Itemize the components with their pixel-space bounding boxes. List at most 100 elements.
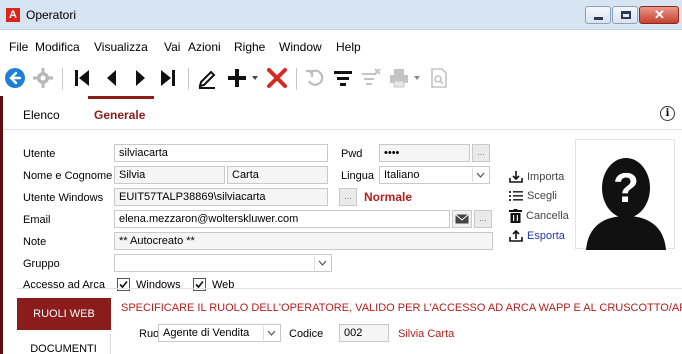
operatori-window: A Operatori ✕ File Modifica Visualizza V… [0, 0, 682, 354]
web-checkbox[interactable] [193, 278, 206, 291]
chevron-down-icon [414, 76, 420, 80]
previous-record-button[interactable] [100, 64, 124, 92]
toolbar-active-indicator [88, 96, 154, 99]
menu-file[interactable]: File [9, 40, 28, 54]
left-accent-bar [0, 96, 3, 354]
gruppo-select[interactable] [114, 254, 332, 272]
toolbar-separator [188, 68, 189, 90]
pwd-field[interactable]: •••• [379, 144, 470, 162]
info-icon[interactable]: i [660, 106, 675, 121]
tab-strip: Elenco Generale i [0, 100, 682, 130]
email-label: Email [23, 214, 51, 226]
documenti-tab[interactable]: DOCUMENTI [17, 334, 111, 354]
codice-field[interactable]: 002 [339, 324, 389, 342]
scegli-label: Scegli [527, 190, 557, 202]
clear-filter-icon [362, 68, 381, 85]
svg-text:?: ? [613, 164, 639, 211]
add-dropdown[interactable] [250, 64, 260, 92]
maximize-icon [621, 11, 631, 19]
export-icon [509, 229, 523, 242]
tab-elenco[interactable]: Elenco [23, 108, 60, 122]
ruoli-web-panel: SPECIFICARE IL RUOLO DELL'OPERATORE, VAL… [118, 296, 682, 354]
importa-action[interactable]: Importa [509, 170, 564, 184]
email-ellipsis-button[interactable]: ... [474, 210, 492, 228]
list-icon [509, 191, 523, 201]
user-photo: ? [575, 139, 675, 250]
email-field[interactable]: elena.mezzaron@wolterskluwer.com [114, 210, 450, 228]
print-dropdown[interactable] [412, 64, 422, 92]
minimize-button[interactable] [585, 6, 611, 24]
edit-button[interactable] [194, 64, 220, 92]
toolbar-separator [62, 68, 63, 90]
ruolo-notice: SPECIFICARE IL RUOLO DELL'OPERATORE, VAL… [121, 302, 682, 314]
gear-icon [33, 68, 53, 88]
next-record-button[interactable] [128, 64, 152, 92]
ruoli-web-tab[interactable]: RUOLI WEB [17, 298, 111, 330]
esporta-label: Esporta [527, 230, 565, 242]
windows-checkbox[interactable] [117, 278, 130, 291]
envelope-icon [455, 214, 469, 224]
app-icon: A [6, 8, 20, 22]
menu-help[interactable]: Help [336, 40, 361, 54]
add-button[interactable] [224, 64, 250, 92]
trash-icon [509, 209, 522, 223]
nome-field[interactable]: Silvia [114, 166, 225, 184]
send-email-button[interactable] [452, 210, 472, 228]
menu-vai[interactable]: Vai [164, 40, 180, 54]
esporta-action[interactable]: Esporta [509, 229, 565, 243]
delete-button[interactable] [264, 64, 290, 92]
menu-modifica[interactable]: Modifica [35, 40, 80, 54]
scegli-action[interactable]: Scegli [509, 190, 557, 202]
menu-visualizza[interactable]: Visualizza [94, 40, 148, 54]
codice-label: Codice [289, 328, 324, 340]
previous-record-icon [107, 70, 116, 86]
nome-cognome-label: Nome e Cognome [23, 170, 113, 182]
pwd-label: Pwd [341, 148, 363, 160]
preview-button[interactable] [426, 64, 452, 92]
maximize-button[interactable] [612, 6, 638, 24]
cancella-action[interactable]: Cancella [509, 209, 569, 223]
print-button[interactable] [386, 64, 412, 92]
accesso-arca-label: Accesso ad Arca [23, 279, 105, 291]
print-icon [390, 69, 408, 88]
unknown-user-icon: ? [586, 158, 666, 250]
delete-icon [267, 68, 287, 88]
lingua-select[interactable]: Italiano [379, 166, 490, 184]
codice-name: Silvia Carta [398, 328, 455, 340]
gruppo-label: Gruppo [23, 258, 60, 270]
pwd-ellipsis-button[interactable]: ... [472, 144, 490, 162]
importa-label: Importa [527, 171, 565, 183]
chevron-down-icon [263, 326, 279, 340]
first-record-button[interactable] [70, 64, 94, 92]
lingua-label: Lingua [341, 170, 375, 182]
lingua-value: Italiano [384, 169, 420, 181]
normale-label: Normale [364, 190, 413, 204]
edit-icon [198, 70, 216, 89]
cancella-label: Cancella [526, 210, 569, 222]
cognome-field[interactable]: Carta [227, 166, 328, 184]
utente-windows-ellipsis-button[interactable]: ... [339, 188, 357, 206]
filter-button[interactable] [330, 64, 356, 92]
tab-generale[interactable]: Generale [94, 108, 145, 122]
note-field[interactable]: ** Autocreato ** [114, 232, 493, 250]
toolbar-separator [296, 68, 297, 90]
settings-button[interactable] [30, 64, 56, 92]
utente-windows-field[interactable]: EUIT57TALP38869\silviacarta [114, 188, 328, 206]
menu-window[interactable]: Window [279, 40, 322, 54]
undo-button[interactable] [302, 64, 328, 92]
ruolo-select[interactable]: Agente di Vendita [158, 324, 281, 342]
menu-righe[interactable]: Righe [234, 40, 265, 54]
chevron-down-icon [314, 256, 330, 270]
last-record-button[interactable] [156, 64, 180, 92]
menu-azioni[interactable]: Azioni [188, 40, 221, 54]
note-label: Note [23, 236, 47, 248]
chevron-down-icon [252, 76, 258, 80]
utente-field[interactable]: silviacarta [114, 144, 328, 162]
menu-bar: File Modifica Visualizza Vai Azioni Righ… [0, 40, 682, 56]
web-checkbox-label: Web [212, 279, 235, 291]
utente-windows-label: Utente Windows [23, 192, 104, 204]
back-button[interactable] [2, 64, 28, 92]
back-icon [5, 68, 25, 88]
clear-filter-button[interactable] [358, 64, 384, 92]
close-button[interactable]: ✕ [639, 6, 679, 24]
